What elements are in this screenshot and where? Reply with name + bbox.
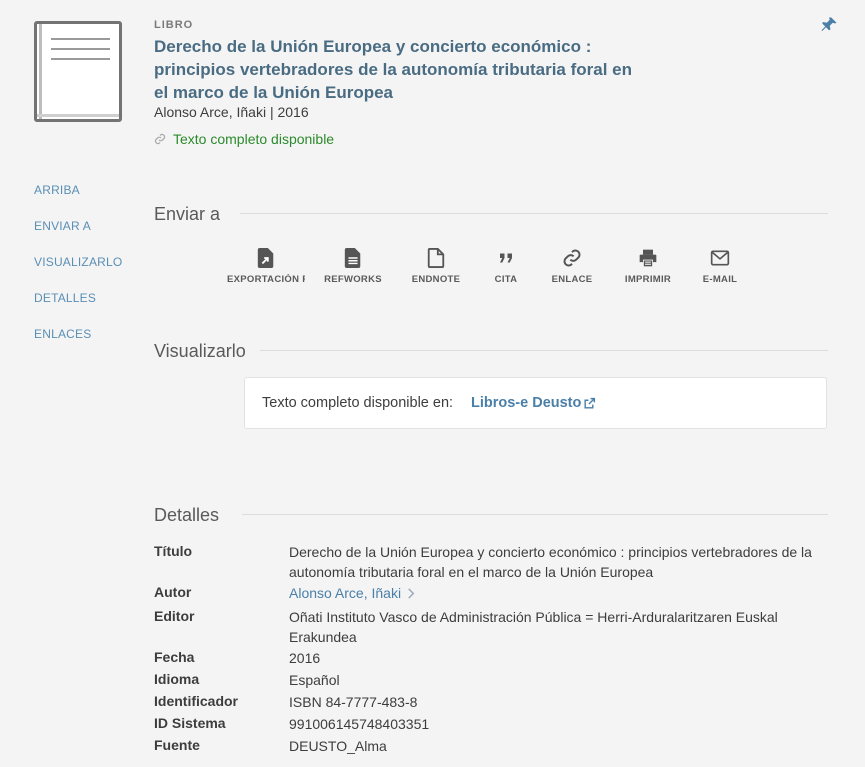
availability-text: Texto completo disponible [173,131,335,147]
detail-value-date: 2016 [289,650,321,666]
pin-icon[interactable] [820,15,838,40]
record-title[interactable]: Derecho de la Unión Europea y concierto … [154,35,634,104]
detail-label-author: Autor [154,584,192,600]
detail-label-title: Título [154,543,193,559]
action-label: IMPRIMIR [624,274,672,285]
detail-value-language: Español [289,672,340,688]
detail-label-language: Idioma [154,671,200,687]
mail-icon [710,250,730,266]
action-label: EXPORTACIÓN R [227,274,305,285]
action-label: ENDNOTE [411,274,461,285]
email-button[interactable]: E-MAIL [681,246,759,285]
nav-item-enlaces[interactable]: ENLACES [34,327,91,341]
action-label: ENLACE [551,274,593,285]
detail-label-source: Fuente [154,737,200,753]
fulltext-available-label: Texto completo disponible en: [262,395,454,411]
detail-label-identifier: Identificador [154,693,239,709]
action-label: E-MAIL [702,274,738,285]
book-cover-icon [34,21,122,122]
detail-value-source: DEUSTO_Alma [289,738,387,754]
quote-icon [500,253,512,263]
document-icon [344,248,361,268]
section-divider [240,213,828,214]
view-it-panel: Texto completo disponible en: Libros-e D… [244,377,827,429]
availability-link[interactable]: Texto completo disponible [154,131,334,147]
refworks-button[interactable]: REFWORKS [314,246,392,285]
chevron-right-icon [408,587,415,599]
nav-item-enviar-a[interactable]: ENVIAR A [34,219,91,233]
ebook-provider-label: Libros-e Deusto [471,395,582,411]
endnote-button[interactable]: ENDNOTE [397,246,475,285]
details-heading: Detalles [154,505,220,525]
action-label: REFWORKS [324,274,382,285]
detail-value-publisher: Oñati Instituto Vasco de Administración … [289,609,778,645]
section-divider [260,350,828,351]
detail-label-system-id: ID Sistema [154,715,226,731]
link-icon [563,249,581,267]
export-ris-button[interactable]: EXPORTACIÓN R [227,246,305,285]
section-divider [242,514,828,515]
export-file-icon [257,248,274,268]
record-author-date: Alonso Arce, Iñaki | 2016 [154,104,309,120]
ebook-provider-link[interactable]: Libros-e Deusto [471,395,596,411]
link-icon [154,133,166,145]
record-type: LIBRO [154,19,194,31]
nav-item-visualizarlo[interactable]: VISUALIZARLO [34,255,122,269]
permalink-button[interactable]: ENLACE [533,246,611,285]
detail-label-date: Fecha [154,649,195,665]
print-button[interactable]: IMPRIMIR [609,246,687,285]
detail-value-system-id: 991006145748403351 [289,716,430,732]
external-link-icon [584,397,596,409]
author-link[interactable]: Alonso Arce, Iñaki [289,583,415,603]
detail-label-publisher: Editor [154,608,195,624]
detail-value-identifier: ISBN 84-7777-483-8 [289,694,418,710]
view-it-heading: Visualizarlo [154,341,246,361]
detail-value-title: Derecho de la Unión Europea y concierto … [289,544,812,580]
send-to-heading: Enviar a [154,204,221,224]
author-link-label: Alonso Arce, Iñaki [289,585,402,601]
printer-icon [639,249,657,267]
nav-item-arriba[interactable]: ARRIBA [34,183,80,197]
file-outline-icon [427,248,445,268]
nav-item-detalles[interactable]: DETALLES [34,291,96,305]
